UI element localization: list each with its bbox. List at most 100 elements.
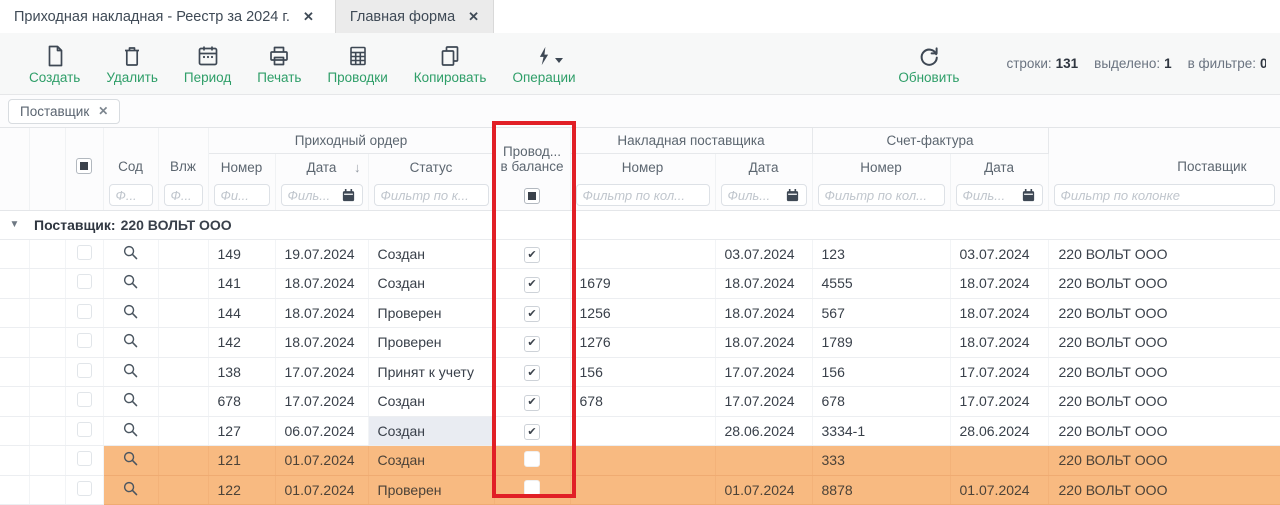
cell-supplier[interactable]: 220 ВОЛЬТ ООО [1048, 328, 1280, 358]
cell-posted[interactable]: ✔ [494, 416, 570, 446]
create-button[interactable]: Создать [16, 38, 93, 89]
cell-invoice-date[interactable]: 28.06.2024 [715, 416, 812, 446]
row-select-cell[interactable] [65, 387, 103, 417]
print-button[interactable]: Печать [244, 38, 314, 89]
cell-factura-date[interactable]: 18.07.2024 [950, 328, 1048, 358]
filter-order-number[interactable] [208, 181, 275, 210]
filter-factura-number[interactable] [812, 181, 950, 210]
cell-factura-number[interactable]: 1789 [812, 328, 950, 358]
cell-supplier[interactable]: 220 ВОЛЬТ ООО [1048, 357, 1280, 387]
column-header-vlzh[interactable]: Влж [158, 128, 208, 181]
cell-invoice-number[interactable] [570, 239, 715, 269]
cell-supplier[interactable]: 220 ВОЛЬТ ООО [1048, 446, 1280, 476]
row-select-cell[interactable] [65, 416, 103, 446]
cell-invoice-date[interactable]: 17.07.2024 [715, 357, 812, 387]
row-select-cell[interactable] [65, 357, 103, 387]
filter-posted[interactable] [494, 181, 570, 210]
cell-factura-date[interactable] [950, 446, 1048, 476]
row-open-cell[interactable] [103, 239, 158, 269]
cell-posted[interactable]: ✔ [494, 387, 570, 417]
cell-status[interactable]: Создан [368, 387, 494, 417]
cell-posted[interactable]: ✔ [494, 269, 570, 299]
cell-invoice-date[interactable]: 18.07.2024 [715, 269, 812, 299]
row-select-checkbox[interactable] [77, 274, 92, 289]
table-row[interactable]: 14919.07.2024Создан✔03.07.202412303.07.2… [0, 239, 1280, 269]
cell-posted[interactable] [494, 475, 570, 505]
delete-button[interactable]: Удалить [93, 38, 171, 89]
cell-order-number[interactable]: 678 [208, 387, 275, 417]
row-open-cell[interactable] [103, 475, 158, 505]
filter-supplier[interactable] [1048, 181, 1280, 210]
row-open-cell[interactable] [103, 446, 158, 476]
row-select-checkbox[interactable] [77, 451, 92, 466]
tab-main-form[interactable]: Главная форма ✕ [335, 0, 494, 33]
cell-posted[interactable]: ✔ [494, 357, 570, 387]
column-header-sod[interactable]: Сод [103, 128, 158, 181]
table-row[interactable]: 14118.07.2024Создан✔167918.07.2024455518… [0, 269, 1280, 299]
row-open-cell[interactable] [103, 416, 158, 446]
select-all-checkbox[interactable] [76, 158, 92, 174]
posted-checkbox[interactable]: ✔ [524, 424, 540, 440]
cell-order-number[interactable]: 142 [208, 328, 275, 358]
cell-factura-date[interactable]: 18.07.2024 [950, 269, 1048, 299]
row-select-checkbox[interactable] [77, 422, 92, 437]
column-header-factura-number[interactable]: Номер [812, 153, 950, 181]
chip-close-icon[interactable]: ✕ [98, 104, 108, 118]
filter-invoice-number[interactable] [570, 181, 715, 210]
cell-invoice-number[interactable]: 156 [570, 357, 715, 387]
posted-checkbox[interactable]: ✔ [524, 306, 540, 322]
cell-status[interactable]: Проверен [368, 328, 494, 358]
row-open-cell[interactable] [103, 387, 158, 417]
cell-factura-number[interactable]: 4555 [812, 269, 950, 299]
cell-order-date[interactable]: 19.07.2024 [275, 239, 368, 269]
operations-button[interactable]: Операции [499, 38, 588, 89]
cell-order-number[interactable]: 141 [208, 269, 275, 299]
row-select-cell[interactable] [65, 328, 103, 358]
column-header-order-date[interactable]: Дата↓ [275, 153, 368, 181]
cell-invoice-number[interactable] [570, 416, 715, 446]
cell-order-date[interactable]: 18.07.2024 [275, 298, 368, 328]
cell-factura-date[interactable]: 03.07.2024 [950, 239, 1048, 269]
cell-order-number[interactable]: 121 [208, 446, 275, 476]
posted-checkbox[interactable]: ✔ [524, 336, 540, 352]
table-row[interactable]: 12101.07.2024Создан333220 ВОЛЬТ ООО [0, 446, 1280, 476]
table-row[interactable]: 12706.07.2024Создан✔28.06.20243334-128.0… [0, 416, 1280, 446]
cell-invoice-number[interactable]: 678 [570, 387, 715, 417]
posted-checkbox[interactable]: ✔ [524, 365, 540, 381]
cell-posted[interactable] [494, 446, 570, 476]
cell-invoice-date[interactable]: 03.07.2024 [715, 239, 812, 269]
filter-vlzh[interactable] [158, 181, 208, 210]
cell-order-date[interactable]: 06.07.2024 [275, 416, 368, 446]
cell-order-date[interactable]: 18.07.2024 [275, 269, 368, 299]
cell-invoice-number[interactable]: 1276 [570, 328, 715, 358]
column-header-invoice-number[interactable]: Номер [570, 153, 715, 181]
cell-factura-number[interactable]: 567 [812, 298, 950, 328]
cell-factura-number[interactable]: 8878 [812, 475, 950, 505]
cell-order-date[interactable]: 18.07.2024 [275, 328, 368, 358]
cell-order-date[interactable]: 17.07.2024 [275, 387, 368, 417]
cell-invoice-number[interactable]: 1256 [570, 298, 715, 328]
table-row[interactable]: 12201.07.2024Проверен01.07.2024887801.07… [0, 475, 1280, 505]
column-header-status[interactable]: Статус [368, 153, 494, 181]
cell-supplier[interactable]: 220 ВОЛЬТ ООО [1048, 475, 1280, 505]
cell-order-date[interactable]: 01.07.2024 [275, 475, 368, 505]
row-select-cell[interactable] [65, 269, 103, 299]
table-row[interactable]: 67817.07.2024Создан✔67817.07.202467817.0… [0, 387, 1280, 417]
row-select-checkbox[interactable] [77, 245, 92, 260]
row-select-cell[interactable] [65, 239, 103, 269]
period-button[interactable]: Период [171, 38, 244, 89]
table-row[interactable]: 13817.07.2024Принят к учету✔15617.07.202… [0, 357, 1280, 387]
filter-sod[interactable] [103, 181, 158, 210]
cell-factura-date[interactable]: 17.07.2024 [950, 387, 1048, 417]
cell-factura-number[interactable]: 3334-1 [812, 416, 950, 446]
cell-status[interactable]: Принят к учету [368, 357, 494, 387]
column-header-order-number[interactable]: Номер [208, 153, 275, 181]
cell-order-date[interactable]: 01.07.2024 [275, 446, 368, 476]
cell-factura-date[interactable]: 01.07.2024 [950, 475, 1048, 505]
cell-status[interactable]: Создан [368, 446, 494, 476]
cell-order-number[interactable]: 138 [208, 357, 275, 387]
cell-posted[interactable]: ✔ [494, 328, 570, 358]
row-open-cell[interactable] [103, 357, 158, 387]
cell-factura-date[interactable]: 28.06.2024 [950, 416, 1048, 446]
cell-invoice-date[interactable]: 01.07.2024 [715, 475, 812, 505]
